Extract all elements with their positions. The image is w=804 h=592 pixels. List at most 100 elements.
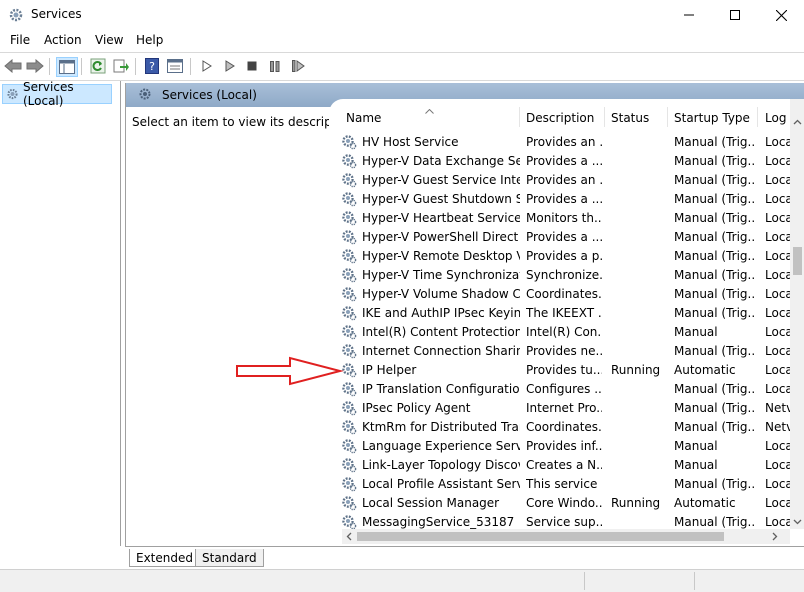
service-row[interactable]: Local Profile Assistant Service This serv… <box>329 475 793 494</box>
start-service-button[interactable] <box>197 57 217 75</box>
horizontal-scrollbar[interactable] <box>342 529 790 544</box>
export-list-icon <box>113 59 129 73</box>
service-gear-icon <box>342 211 357 226</box>
minimize-button[interactable] <box>666 0 712 30</box>
service-description-cell: Creates a N... <box>526 458 602 472</box>
service-row[interactable]: Local Session Manager Core Windo... Runnin… <box>329 494 793 513</box>
service-row[interactable]: Hyper-V Time Synchronizati... Synchronize… <box>329 266 793 285</box>
column-header-name[interactable]: Name <box>346 111 381 125</box>
column-divider[interactable] <box>519 107 520 127</box>
show-hide-console-tree-button[interactable] <box>56 57 78 77</box>
service-startup-cell: Manual (Trig... <box>674 268 754 282</box>
tree-item-services-local[interactable]: Services (Local) <box>2 80 112 108</box>
service-row[interactable]: IPsec Policy Agent Internet Pro... Manual … <box>329 399 793 418</box>
service-description-cell: Configures ... <box>526 382 602 396</box>
service-name-cell: IPsec Policy Agent <box>362 401 471 415</box>
scroll-down-icon <box>793 519 802 525</box>
console-tree: Services (Local) <box>0 80 121 546</box>
service-gear-icon <box>342 515 357 530</box>
refresh-icon <box>90 58 106 74</box>
maximize-button[interactable] <box>712 0 758 30</box>
column-divider[interactable] <box>667 107 668 127</box>
service-row[interactable]: Hyper-V Remote Desktop Vi... Provides a p… <box>329 247 793 266</box>
restart-service-button[interactable] <box>288 57 308 75</box>
service-row[interactable]: HV Host Service Provides an ... Manual (Tr… <box>329 133 793 152</box>
column-divider[interactable] <box>757 107 758 127</box>
service-row[interactable]: Hyper-V Heartbeat Service Monitors th... M… <box>329 209 793 228</box>
service-row[interactable]: Hyper-V Volume Shadow C... Coordinates...… <box>329 285 793 304</box>
service-description-cell: Provides a ... <box>526 230 602 244</box>
column-divider[interactable] <box>604 107 605 127</box>
properties-icon <box>167 59 183 73</box>
service-name-cell: Link-Layer Topology Discov... <box>362 458 520 472</box>
column-header-startup-type[interactable]: Startup Type <box>674 111 750 125</box>
service-row[interactable]: Link-Layer Topology Discov... Creates a N… <box>329 456 793 475</box>
services-gear-icon <box>7 88 18 100</box>
service-gear-icon <box>342 306 357 321</box>
service-row[interactable]: IP Helper Provides tu... Running Automatic L… <box>329 361 793 380</box>
services-list: Name Description Status Startup Type Log… <box>329 99 804 546</box>
service-name-cell: IP Translation Configuration... <box>362 382 520 396</box>
stop-service-button[interactable] <box>242 57 262 75</box>
column-header-log-on-as[interactable]: Log <box>765 111 786 125</box>
start-service-alt-button[interactable] <box>220 57 240 75</box>
service-startup-cell: Manual (Trig... <box>674 515 754 529</box>
vertical-scrollbar[interactable] <box>790 99 804 529</box>
service-row[interactable]: Hyper-V Data Exchange Ser... Provides a .… <box>329 152 793 171</box>
tab-standard[interactable]: Standard <box>195 549 264 567</box>
service-startup-cell: Automatic <box>674 363 736 377</box>
tab-extended[interactable]: Extended <box>129 549 200 567</box>
service-row[interactable]: Internet Connection Sharin... Provides ne… <box>329 342 793 361</box>
service-row[interactable]: Language Experience Service Provides inf.… <box>329 437 793 456</box>
service-description-cell: Intel(R) Con... <box>526 325 602 339</box>
restart-service-icon <box>291 60 305 72</box>
service-description-cell: Service sup... <box>526 515 602 529</box>
svg-text:?: ? <box>149 60 155 73</box>
service-description-cell: The IKEEXT ... <box>526 306 602 320</box>
services-search-icon <box>139 88 151 100</box>
tree-item-label: Services (Local) <box>22 80 74 108</box>
service-description-cell: Monitors th... <box>526 211 602 225</box>
back-button[interactable] <box>3 57 23 75</box>
service-row[interactable]: IP Translation Configuration... Configure… <box>329 380 793 399</box>
service-description-cell: Coordinates... <box>526 287 602 301</box>
service-row[interactable]: Hyper-V Guest Shutdown S... Provides a ..… <box>329 190 793 209</box>
help-button[interactable]: ? <box>142 57 162 75</box>
menu-file[interactable]: File <box>10 33 30 47</box>
column-header-description[interactable]: Description <box>526 111 594 125</box>
service-startup-cell: Manual (Trig... <box>674 382 754 396</box>
properties-button[interactable] <box>165 57 185 75</box>
service-startup-cell: Manual (Trig... <box>674 192 754 206</box>
menu-view[interactable]: View <box>95 33 123 47</box>
pause-service-button[interactable] <box>265 57 285 75</box>
service-name-cell: MessagingService_53187 <box>362 515 515 529</box>
column-header-status[interactable]: Status <box>611 111 649 125</box>
service-gear-icon <box>342 192 357 207</box>
export-list-button[interactable] <box>111 57 131 75</box>
menu-action[interactable]: Action <box>44 33 82 47</box>
vertical-scroll-thumb[interactable] <box>793 247 802 275</box>
service-row[interactable]: Hyper-V Guest Service Inter... Provides a… <box>329 171 793 190</box>
horizontal-scroll-thumb[interactable] <box>357 532 724 541</box>
service-name-cell: Language Experience Service <box>362 439 520 453</box>
sort-ascending-icon <box>425 109 434 114</box>
service-name-cell: Hyper-V Guest Service Inter... <box>362 173 520 187</box>
scroll-left-icon <box>346 532 352 541</box>
service-row[interactable]: Hyper-V PowerShell Direct ... Provides a … <box>329 228 793 247</box>
service-name-cell: IP Helper <box>362 363 417 377</box>
close-button[interactable] <box>758 0 804 30</box>
service-row[interactable]: KtmRm for Distributed Tran... Coordinates… <box>329 418 793 437</box>
service-startup-cell: Manual (Trig... <box>674 420 754 434</box>
service-description-cell: This service ... <box>526 477 602 491</box>
forward-button[interactable] <box>25 57 45 75</box>
service-startup-cell: Manual (Trig... <box>674 135 754 149</box>
start-service-icon <box>202 60 212 72</box>
refresh-button[interactable] <box>88 57 108 75</box>
scroll-right-icon <box>772 532 778 541</box>
service-gear-icon <box>342 287 357 302</box>
service-row[interactable]: Intel(R) Content Protection ... Intel(R) … <box>329 323 793 342</box>
service-row[interactable]: IKE and AuthIP IPsec Keying... The IKEEXT… <box>329 304 793 323</box>
service-gear-icon <box>342 458 357 473</box>
menu-help[interactable]: Help <box>136 33 163 47</box>
service-gear-icon <box>342 135 357 150</box>
